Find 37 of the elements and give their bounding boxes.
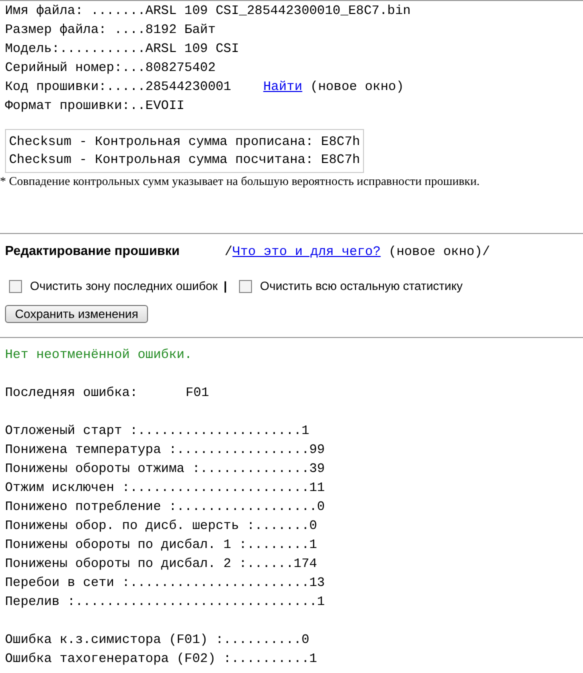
link-note: (новое окно) bbox=[310, 78, 404, 96]
info-line: Имя файла: .......ARSL 109 CSI_285442300010_E8C7.bin bbox=[5, 2, 412, 20]
stat-line: Перебои в сети :.......................13 bbox=[5, 574, 326, 592]
last-error-code: F01 bbox=[186, 384, 210, 402]
checksum-note: * Совпадение контрольных сумм указывает на большую вероятность исправности прошивки. bbox=[0, 173, 481, 189]
stat-line: Ошибка к.з.симистора (F01) :..........0 bbox=[5, 631, 310, 649]
stat-line: Понижены обор. по дисб. шерсть :.......0 bbox=[5, 517, 318, 535]
info-line: Размер файла: ....8192 Байт bbox=[5, 21, 217, 39]
save-button[interactable]: Сохранить изменения bbox=[5, 305, 148, 323]
find-link[interactable]: Найти bbox=[263, 77, 302, 96]
last-error-label: Последняя ошибка: bbox=[5, 384, 138, 402]
slash: / bbox=[224, 244, 232, 259]
status-message: Нет неотменённой ошибки. bbox=[5, 346, 194, 364]
checksum-line: Checksum - Контрольная сумма посчитана: E8C7h bbox=[9, 151, 360, 169]
separator: | bbox=[224, 279, 227, 293]
checkbox[interactable] bbox=[9, 280, 22, 292]
info-line: Серийный номер:...808275402 bbox=[5, 59, 217, 77]
link-note: (новое окно) bbox=[388, 244, 482, 259]
stat-line: Понижена температура :.................99 bbox=[5, 441, 326, 459]
slash: / bbox=[482, 244, 490, 259]
stat-line: Отжим исключен :.......................11 bbox=[5, 479, 326, 497]
checksum-line: Checksum - Контрольная сумма прописана: E8C7h bbox=[9, 133, 360, 151]
stat-line: Понижено потребление :..................0 bbox=[5, 498, 326, 516]
info-line: Формат прошивки:..EVOII bbox=[5, 97, 186, 115]
stat-line: Перелив :...............................1 bbox=[5, 593, 326, 611]
help-link[interactable]: Что это и для чего? bbox=[232, 244, 381, 259]
section-title: Редактирование прошивки bbox=[5, 243, 180, 258]
checkbox-label[interactable]: Очистить зону последних ошибок bbox=[30, 279, 218, 293]
checkbox[interactable] bbox=[238, 280, 252, 292]
stat-line: Понижены обороты отжима :..............39 bbox=[5, 460, 326, 478]
stat-line: Понижены обороты по дисбал. 2 :......174 bbox=[5, 555, 318, 573]
info-line: Модель:...........ARSL 109 CSI bbox=[5, 40, 240, 58]
stat-line: Отложеный старт :.....................1 bbox=[5, 422, 310, 440]
stat-line: Понижены обороты по дисбал. 1 :........1 bbox=[5, 536, 318, 554]
info-line: Код прошивки:.....28544230001 bbox=[5, 78, 232, 96]
checkbox-label[interactable]: Очистить всю остальную статистику bbox=[260, 279, 463, 293]
stat-line: Ошибка тахогенератора (F02) :..........1 bbox=[5, 650, 318, 668]
